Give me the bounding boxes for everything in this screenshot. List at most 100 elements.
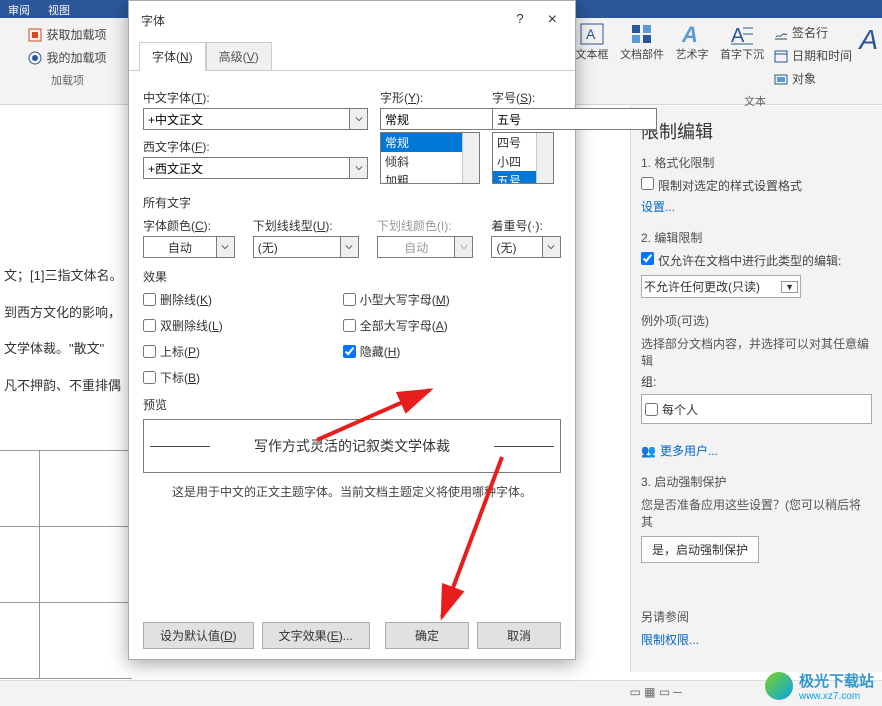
doc-line: 文学体裁。"散文" (4, 337, 126, 362)
enforce-hint: 您是否准备应用这些设置？(您可以稍后将其 (641, 496, 872, 530)
west-font-input[interactable] (143, 157, 350, 179)
svg-text:A: A (681, 22, 698, 46)
my-addins-button[interactable]: 我的加载项 (24, 47, 110, 68)
see-also-head: 另请参阅 (641, 608, 699, 625)
strikethrough-checkbox[interactable]: 删除线(K) (143, 291, 223, 308)
start-enforce-button[interactable]: 是，启动强制保护 (641, 536, 759, 563)
watermark-name: 极光下载站 (799, 670, 874, 691)
addins-group-label: 加载项 (51, 72, 84, 88)
cn-font-label: 中文字体(T): (143, 89, 368, 106)
datetime-button[interactable]: 日期和时间 (770, 45, 856, 66)
subscript-checkbox[interactable]: 下标(B) (143, 369, 223, 386)
dialog-title-text: 字体 (141, 12, 165, 29)
everyone-checkbox[interactable]: 每个人 (641, 394, 872, 424)
my-addins-label: 我的加载项 (46, 49, 106, 66)
tab-advanced[interactable]: 高级(V) (206, 42, 272, 71)
dialog-titlebar[interactable]: 字体 ? × (129, 1, 575, 37)
limit-formatting-label: 限制对选定的样式设置格式 (658, 177, 802, 194)
preview-hint: 这是用于中文的正文主题字体。当前文档主题定义将使用哪种字体。 (143, 483, 561, 500)
font-color-combo[interactable]: 自动 (143, 236, 235, 258)
set-default-button[interactable]: 设为默认值(D) (143, 622, 254, 649)
edit-restrict-select[interactable]: 不允许任何更改(只读) ▼ (641, 275, 801, 298)
list-item[interactable]: 倾斜 (381, 152, 479, 171)
chevron-down-icon[interactable] (341, 236, 359, 258)
dropcap-button[interactable]: A 首字下沉 (720, 22, 764, 89)
emphasis-combo[interactable]: (无) (491, 236, 561, 258)
hidden-checkbox[interactable]: 隐藏(H) (343, 343, 450, 360)
more-users-link[interactable]: 👥更多用户... (641, 442, 872, 459)
cn-font-combo[interactable] (143, 108, 368, 130)
get-addins-button[interactable]: 获取加载项 (24, 24, 110, 45)
underline-style-label: 下划线线型(U): (253, 217, 359, 234)
doc-line: 到西方文化的影响， (4, 301, 126, 326)
close-button[interactable]: × (540, 9, 565, 31)
ok-button[interactable]: 确定 (385, 622, 469, 649)
double-strike-checkbox[interactable]: 双删除线(L) (143, 317, 223, 334)
section-format-restrict: 1. 格式化限制 (641, 154, 872, 171)
underline-color-value: 自动 (377, 236, 456, 258)
doc-line: 文；[1]三指文体名。 (4, 264, 126, 289)
style-label: 字形(Y): (380, 89, 480, 106)
list-item[interactable]: 常规 (381, 133, 479, 152)
watermark-logo-icon (765, 672, 793, 700)
cancel-button[interactable]: 取消 (477, 622, 561, 649)
list-item[interactable]: 五号 (493, 171, 553, 184)
emphasis-value: (无) (491, 236, 543, 258)
datetime-label: 日期和时间 (792, 47, 852, 64)
chevron-down-icon[interactable] (217, 236, 235, 258)
everyone-label: 每个人 (662, 401, 698, 418)
preview-group: 预览 (143, 396, 561, 413)
wordart-button[interactable]: A 艺术字 (670, 22, 714, 89)
chevron-down-icon[interactable] (543, 236, 561, 258)
allcaps-checkbox[interactable]: 全部大写字母(A) (343, 317, 450, 334)
west-font-combo[interactable] (143, 157, 368, 179)
cn-font-input[interactable] (143, 108, 350, 130)
preview-box: 写作方式灵活的记叙类文学体裁 (143, 419, 561, 473)
allow-only-checkbox[interactable]: 仅允许在文档中进行此类型的编辑: (641, 252, 872, 269)
status-bar: ▭ ▦ ▭ ─ (0, 680, 882, 706)
underline-style-combo[interactable]: (无) (253, 236, 359, 258)
size-listbox[interactable]: 四号 小四 五号 (492, 132, 554, 184)
edit-restrict-value: 不允许任何更改(只读) (644, 278, 760, 295)
style-listbox[interactable]: 常规 倾斜 加粗 (380, 132, 480, 184)
restrict-permission-link[interactable]: 限制权限... (641, 631, 699, 648)
list-item[interactable]: 加粗 (381, 171, 479, 184)
list-item[interactable]: 小四 (493, 152, 553, 171)
doc-line: 凡不押韵、不重排偶 (4, 374, 126, 399)
chevron-down-icon[interactable] (350, 108, 368, 130)
chevron-down-icon (455, 236, 473, 258)
settings-link[interactable]: 设置... (641, 198, 872, 215)
west-font-label: 西文字体(F): (143, 138, 368, 155)
object-button[interactable]: 对象 (770, 68, 856, 89)
textbox-button[interactable]: A 文本框 (570, 22, 614, 89)
ribbon-tab-view[interactable]: 视图 (48, 2, 70, 16)
ribbon-tab-review[interactable]: 审阅 (8, 2, 30, 16)
emphasis-label: 着重号(·): (491, 217, 561, 234)
font-dialog: 字体 ? × 字体(N) 高级(V) 中文字体(T): 字形(Y): 字号(S)… (128, 0, 576, 660)
signature-line-button[interactable]: 签名行 (770, 22, 856, 43)
allow-only-label: 仅允许在文档中进行此类型的编辑: (658, 252, 841, 269)
text-effects-button[interactable]: 文字效果(E)... (262, 622, 370, 649)
superscript-checkbox[interactable]: 上标(P) (143, 343, 223, 360)
unknown-a-icon: A (859, 24, 878, 56)
object-label: 对象 (792, 70, 816, 87)
document-table[interactable] (0, 450, 132, 680)
preview-text: 写作方式灵活的记叙类文学体裁 (254, 436, 450, 456)
chevron-down-icon[interactable] (350, 157, 368, 179)
wordart-label: 艺术字 (676, 46, 709, 62)
view-buttons[interactable]: ▭ ▦ ▭ ─ (629, 685, 682, 699)
list-item[interactable]: 四号 (493, 133, 553, 152)
underline-color-label: 下划线颜色(I): (377, 217, 474, 234)
user-icon: 👥 (641, 444, 656, 458)
smallcaps-checkbox[interactable]: 小型大写字母(M) (343, 291, 450, 308)
section-edit-restrict: 2. 编辑限制 (641, 229, 872, 246)
restrict-editing-pane: 限制编辑 1. 格式化限制 限制对选定的样式设置格式 设置... 2. 编辑限制… (630, 106, 882, 672)
parts-button[interactable]: 文档部件 (620, 22, 664, 89)
exceptions-group-label: 组: (641, 373, 872, 390)
size-input[interactable] (492, 108, 657, 130)
help-button[interactable]: ? (508, 9, 531, 31)
underline-style-value: (无) (253, 236, 341, 258)
tab-font[interactable]: 字体(N) (139, 42, 206, 71)
limit-formatting-checkbox[interactable]: 限制对选定的样式设置格式 (641, 177, 872, 194)
size-label: 字号(S): (492, 89, 554, 106)
